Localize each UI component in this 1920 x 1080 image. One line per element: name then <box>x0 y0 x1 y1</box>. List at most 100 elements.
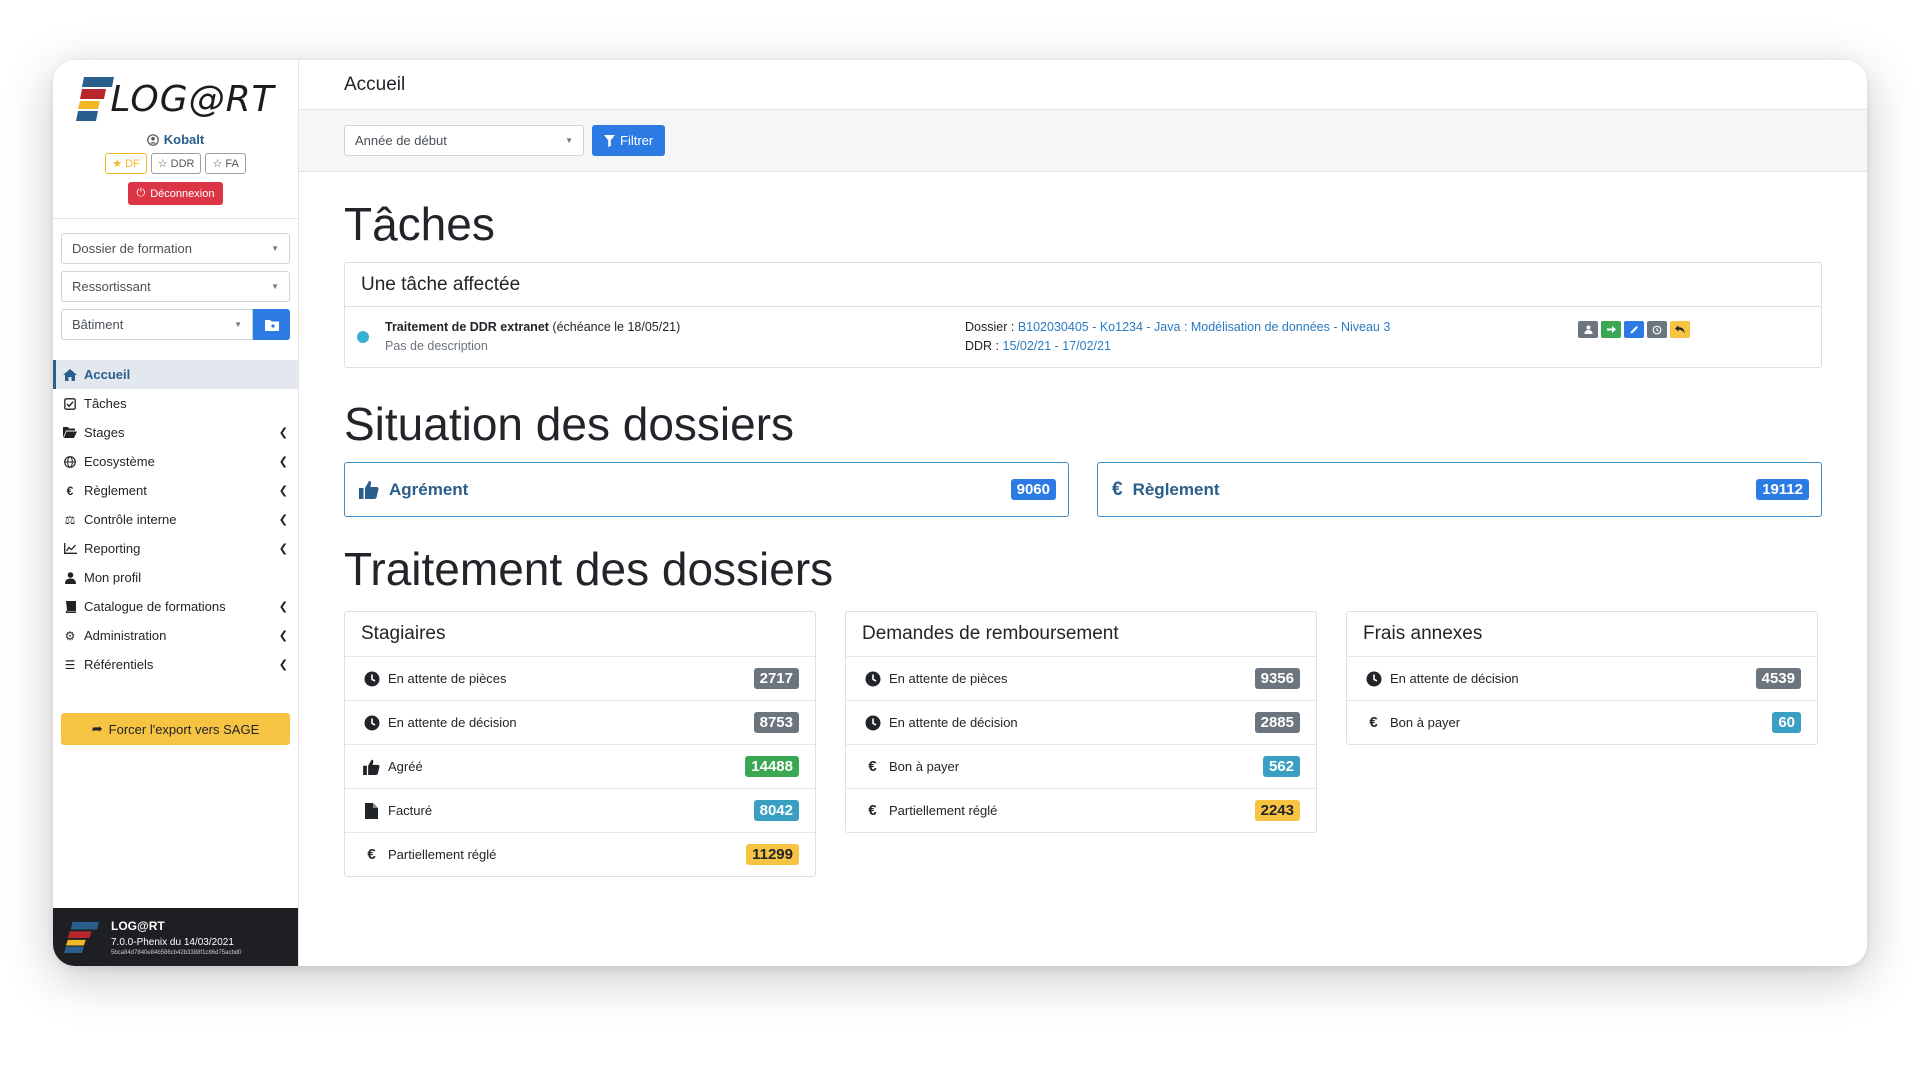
task-deadline: (échéance le 18/05/21) <box>552 320 681 334</box>
list-item[interactable]: € Bon à payer 562 <box>846 744 1316 788</box>
power-icon: ⏻ <box>136 187 146 199</box>
assign-user-button[interactable] <box>1578 321 1598 338</box>
count-badge: 2243 <box>1254 800 1300 821</box>
dossier-link[interactable]: B102030405 - Ko1234 - Java : Modélisatio… <box>1018 320 1390 334</box>
list-item[interactable]: € Partiellement réglé 2243 <box>846 788 1316 832</box>
frais-annexes-card: Frais annexes En attente de décision 453… <box>1346 611 1818 745</box>
user-icon <box>1584 325 1592 334</box>
list-item[interactable]: En attente de décision 2885 <box>846 700 1316 744</box>
list-item[interactable]: Facturé 8042 <box>345 788 815 832</box>
forward-button[interactable] <box>1601 321 1621 338</box>
year-select[interactable]: Année de début ▼ <box>344 125 584 156</box>
list-item[interactable]: En attente de pièces 9356 <box>846 656 1316 700</box>
sidebar-item-reporting[interactable]: Reporting ❮ <box>53 534 298 563</box>
sidebar-item-controle-interne[interactable]: ⚖ Contrôle interne ❮ <box>53 505 298 534</box>
count-badge: 4539 <box>1755 668 1801 689</box>
user-badges: ★ DF ☆ DDR ☆ FA <box>53 153 298 174</box>
count-badge: 14488 <box>745 756 799 777</box>
logo[interactable]: LOG@RT <box>53 74 298 124</box>
export-sage-button[interactable]: ➦ Forcer l'export vers SAGE <box>61 713 290 745</box>
euro-icon: € <box>1112 478 1123 500</box>
star-icon: ☆ <box>157 158 168 170</box>
sidebar-item-administration[interactable]: ⚙ Administration ❮ <box>53 621 298 650</box>
task-dossier-info: Dossier : B102030405 - Ko1234 - Java : M… <box>965 320 1391 353</box>
dossier-select[interactable]: Dossier de formation ▼ <box>61 233 290 264</box>
batiment-row: Bâtiment ▼ <box>61 309 290 340</box>
home-icon <box>63 368 77 382</box>
sidebar-item-taches[interactable]: Tâches <box>53 389 298 418</box>
sidebar-item-referentiels[interactable]: ☰ Référentiels ❮ <box>53 650 298 679</box>
share-icon: ➦ <box>91 721 103 736</box>
task-row[interactable]: Traitement de DDR extranet (échéance le … <box>345 307 1821 367</box>
traitement-cards: Stagiaires En attente de pièces 2717 En … <box>344 611 1822 877</box>
sidebar-item-accueil[interactable]: Accueil <box>53 360 298 389</box>
username[interactable]: Kobalt <box>53 132 298 147</box>
list-item[interactable]: En attente de pièces 2717 <box>345 656 815 700</box>
list-item[interactable]: Agréé 14488 <box>345 744 815 788</box>
cogs-icon: ⚙ <box>64 628 76 643</box>
footer-title: LOG@RT <box>111 918 165 933</box>
task-description: Pas de description <box>385 339 488 353</box>
batiment-select[interactable]: Bâtiment ▼ <box>61 309 253 340</box>
reglement-count: 19112 <box>1756 479 1809 500</box>
task-card-title: Une tâche affectée <box>345 263 1821 307</box>
history-icon <box>1652 325 1662 334</box>
sidebar-item-catalogue[interactable]: Catalogue de formations ❮ <box>53 592 298 621</box>
clock-icon <box>1365 670 1382 687</box>
list-item[interactable]: € Bon à payer 60 <box>1347 700 1817 744</box>
book-icon <box>63 600 77 614</box>
count-badge: 2885 <box>1254 712 1300 733</box>
ddr-link[interactable]: 15/02/21 - 17/02/21 <box>1003 339 1111 353</box>
dashboard: Tâches Une tâche affectée Traitement de … <box>299 192 1867 877</box>
pencil-icon <box>1630 326 1638 334</box>
remboursement-card-title: Demandes de remboursement <box>862 623 1119 644</box>
list-icon: ☰ <box>64 657 76 672</box>
undo-button[interactable] <box>1670 321 1690 338</box>
history-button[interactable] <box>1647 321 1667 338</box>
thumbs-up-icon <box>363 758 380 775</box>
caret-down-icon: ▼ <box>271 244 279 253</box>
list-item[interactable]: En attente de décision 8753 <box>345 700 815 744</box>
star-half-icon: ★ <box>112 158 123 170</box>
badge-fa[interactable]: ☆ FA <box>205 153 246 174</box>
caret-down-icon: ▼ <box>271 282 279 291</box>
chevron-left-icon: ❮ <box>278 514 288 526</box>
edit-button[interactable] <box>1624 321 1644 338</box>
ressortissant-select[interactable]: Ressortissant ▼ <box>61 271 290 302</box>
count-badge: 2717 <box>753 668 799 689</box>
chevron-left-icon: ❮ <box>278 630 288 642</box>
logout-button[interactable]: ⏻ Déconnexion <box>127 182 224 205</box>
sidebar-item-stages[interactable]: Stages ❮ <box>53 418 298 447</box>
sidebar-item-reglement[interactable]: € Règlement ❮ <box>53 476 298 505</box>
situation-card-agrement[interactable]: Agrément 9060 <box>344 462 1069 517</box>
username-label: Kobalt <box>163 132 205 147</box>
badge-ddr[interactable]: ☆ DDR <box>150 153 202 174</box>
footer-logo-icon <box>64 921 99 954</box>
balance-scale-icon: ⚖ <box>64 512 76 527</box>
badge-df[interactable]: ★ DF <box>105 153 147 174</box>
checkbox-icon <box>63 397 77 411</box>
situation-card-reglement[interactable]: € Règlement 19112 <box>1097 462 1822 517</box>
folder-search-button[interactable] <box>253 309 290 340</box>
status-dot <box>357 331 369 343</box>
clock-icon <box>864 714 881 731</box>
brand: LOG@RT Kobalt ★ DF ☆ DDR ☆ FA ⏻ Déconnexion <box>53 60 298 205</box>
count-badge: 9356 <box>1254 668 1300 689</box>
frais-annexes-card-title: Frais annexes <box>1363 623 1483 644</box>
footer-hash: 5bca84d7840e84b586cb42b3388f1c86d75acbd0 <box>111 949 242 956</box>
logo-text: LOG@RT <box>110 78 275 120</box>
agrement-count: 9060 <box>1010 479 1056 500</box>
filter-button[interactable]: Filtrer <box>592 125 666 156</box>
sidebar-item-mon-profil[interactable]: Mon profil <box>53 563 298 592</box>
sidebar-footer: LOG@RT 7.0.0-Phenix du 14/03/2021 5bca84… <box>53 908 298 966</box>
page-title: Accueil <box>344 73 406 95</box>
list-item[interactable]: En attente de décision 4539 <box>1347 656 1817 700</box>
sidebar: LOG@RT Kobalt ★ DF ☆ DDR ☆ FA ⏻ Déconnexion… <box>53 60 299 966</box>
user-icon <box>63 571 77 585</box>
list-item[interactable]: € Partiellement réglé 11299 <box>345 832 815 876</box>
task-card: Une tâche affectée Traitement de DDR ext… <box>344 262 1822 368</box>
euro-icon: € <box>66 483 74 498</box>
caret-down-icon: ▼ <box>565 136 573 145</box>
sidebar-item-ecosysteme[interactable]: Ecosystème ❮ <box>53 447 298 476</box>
line-chart-icon <box>63 542 77 556</box>
